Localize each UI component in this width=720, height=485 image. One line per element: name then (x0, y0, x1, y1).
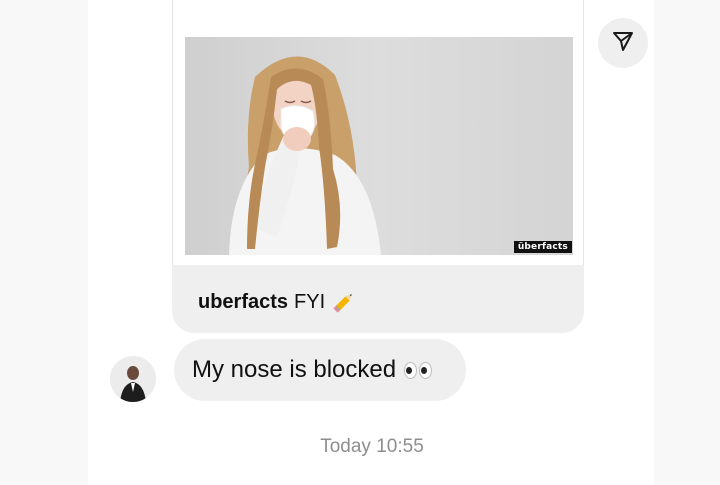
post-media-area: überfacts (172, 0, 584, 265)
post-image[interactable]: überfacts (185, 37, 573, 255)
message-bubble[interactable]: My nose is blocked (174, 339, 466, 401)
pencil-icon (331, 289, 357, 315)
share-button[interactable] (598, 18, 648, 68)
timestamp: Today 10:55 (320, 436, 424, 457)
woman-sneezing-illustration (185, 37, 573, 255)
avatar-person-icon (110, 356, 156, 402)
send-icon (611, 29, 635, 58)
message-text: My nose is blocked (192, 356, 397, 383)
eye-left-shape (404, 361, 418, 379)
post-caption: uberfacts FYI (198, 289, 357, 315)
sender-avatar[interactable] (110, 356, 156, 402)
eye-right-shape (419, 361, 433, 379)
post-caption-text: FYI (294, 290, 326, 313)
post-author[interactable]: uberfacts (198, 291, 288, 314)
shared-post-card[interactable]: überfacts uberfacts FYI (172, 0, 584, 333)
post-watermark: überfacts (513, 241, 572, 253)
eyes-icon (404, 361, 433, 379)
